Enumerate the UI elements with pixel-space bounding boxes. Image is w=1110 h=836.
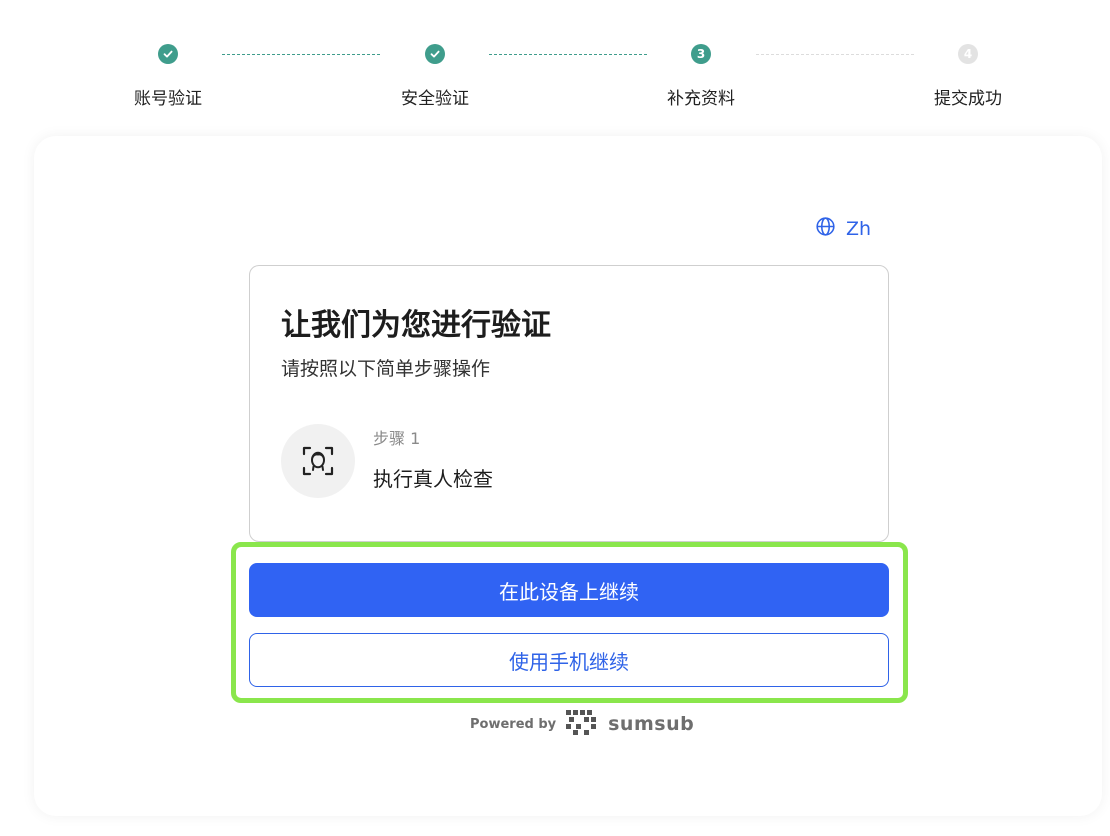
powered-by-footer: Powered by sumsub [470,708,694,740]
verification-step-item: 步骤 1 执行真人检查 [281,424,493,498]
globe-icon [815,216,836,242]
face-scan-icon [281,424,355,498]
powered-by-text: Powered by [470,716,557,732]
continue-with-phone-button[interactable]: 使用手机继续 [249,633,889,687]
step-text: 步骤 1 执行真人检查 [373,429,493,492]
step-account-verification: 账号验证 [88,44,248,109]
step-number-badge: 3 [691,44,711,64]
step-label: 安全验证 [401,89,469,109]
step-label: 账号验证 [134,89,202,109]
sumsub-logo-icon [564,708,600,740]
step-submit-success: 4 提交成功 [888,44,1048,109]
language-label: Zh [846,218,872,240]
card-subtitle: 请按照以下简单步骤操作 [281,358,491,380]
continue-on-device-button[interactable]: 在此设备上继续 [249,563,889,617]
sumsub-brand-text: sumsub [608,713,695,735]
step-label: 补充资料 [667,89,735,109]
check-icon [158,44,178,64]
language-switcher[interactable]: Zh [815,216,871,242]
progress-stepper: 账号验证 安全验证 3 补充资料 4 提交成功 [0,0,1110,130]
step-security-verification: 安全验证 [355,44,515,109]
step-label: 提交成功 [934,89,1002,109]
page: 账号验证 安全验证 3 补充资料 4 提交成功 Zh 让我们为您进行验证 请按照… [0,0,1110,836]
check-icon [425,44,445,64]
step-name: 执行真人检查 [373,466,493,491]
step-number-label: 步骤 1 [373,428,421,448]
step-additional-info: 3 补充资料 [621,44,781,109]
step-number-badge: 4 [958,44,978,64]
card-title: 让我们为您进行验证 [281,308,551,343]
verification-card: 让我们为您进行验证 请按照以下简单步骤操作 步骤 1 执行真人检查 [249,265,889,542]
